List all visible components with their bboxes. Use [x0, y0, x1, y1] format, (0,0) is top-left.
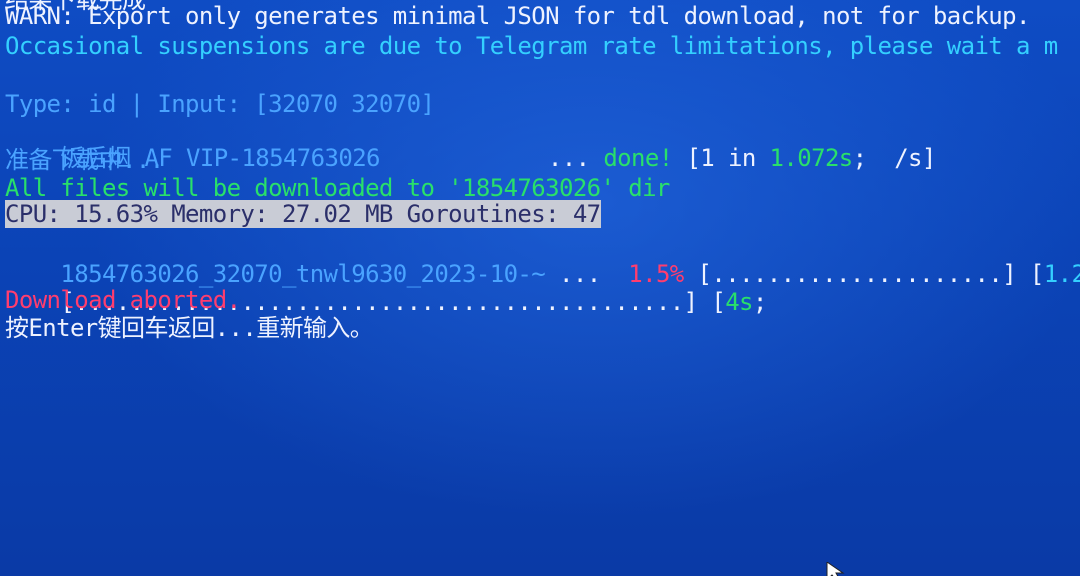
stats-time: 1.072s — [769, 144, 854, 172]
chat-dots: ... — [547, 144, 590, 172]
terminal-line-preparing: 准备下载中... — [5, 146, 164, 174]
terminal-line-all-files: All files will be downloaded to '1854763… — [5, 174, 670, 202]
terminal-line-aborted: Download aborted. — [5, 286, 241, 314]
eta-prefix: [ — [711, 288, 726, 316]
done-label: done! — [603, 144, 673, 172]
speed-prefix: [ — [1029, 260, 1044, 288]
eta-value: 4s — [725, 288, 753, 316]
speed-value: 1.25 MB i — [1043, 260, 1080, 288]
eta-suffix: ; — [752, 288, 767, 316]
terminal-line-type-input: Type: id | Input: [32070 32070] — [5, 90, 435, 118]
terminal-window[interactable]: 结果下载完成 WARN: Export only generates minim… — [0, 0, 1080, 576]
terminal-line-warn: WARN: Export only generates minimal JSON… — [5, 2, 1030, 30]
terminal-line-notice: Occasional suspensions are due to Telegr… — [5, 32, 1058, 60]
mouse-pointer-icon — [826, 558, 848, 576]
status-bar: CPU: 15.63% Memory: 27.02 MB Goroutines:… — [5, 200, 601, 228]
terminal-line-prompt: 按Enter键回车返回...重新输入。 — [5, 314, 374, 342]
stats-prefix: [1 in — [686, 144, 770, 172]
stats-suffix: ; /s] — [852, 144, 937, 172]
